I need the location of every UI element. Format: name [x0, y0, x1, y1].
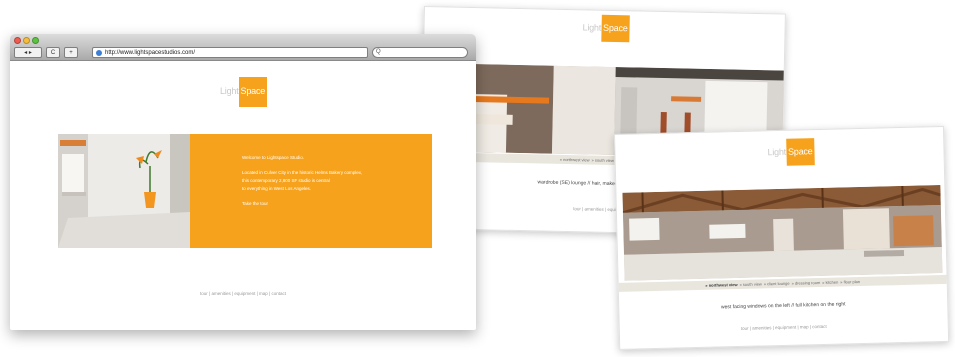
logo-light-text: Light	[220, 86, 239, 96]
tab-client-lounge[interactable]: » client lounge	[764, 281, 790, 287]
address-bar[interactable]: http://www.lightspacestudios.com/	[92, 47, 368, 58]
back-forward-button[interactable]: ◂ ▸	[14, 47, 42, 58]
browser-toolbar: ◂ ▸ C + http://www.lightspacestudios.com…	[10, 34, 476, 61]
site-logo[interactable]: Light Space	[767, 138, 815, 166]
tab-northwest-view[interactable]: » northwest view	[560, 157, 590, 163]
intro-line: Located in Culver City in the historic H…	[242, 170, 363, 175]
interior-vase-photo	[58, 134, 190, 248]
footer-nav[interactable]: tour | amenities | equipment | map | con…	[10, 291, 476, 296]
logo-space-box: Space	[785, 138, 815, 166]
logo-light-text: Light	[767, 146, 787, 158]
tab-south-view[interactable]: » south view	[592, 158, 614, 163]
minimize-window-icon[interactable]	[23, 37, 30, 44]
logo-space-box: Space	[600, 14, 630, 43]
add-bookmark-button[interactable]: +	[64, 47, 78, 58]
tab-kitchen[interactable]: » kitchen	[822, 280, 838, 285]
detail-page-card: Light Space » northwest view » south view…	[614, 125, 950, 350]
tab-northwest-view[interactable]: » northwest view	[705, 282, 737, 288]
tab-dressing-room[interactable]: » dressing room	[792, 280, 821, 286]
site-logo[interactable]: Light Space	[220, 77, 268, 107]
hero-photo	[58, 134, 190, 248]
intro-line: this contemporary 2,800 SF studio is cen…	[242, 178, 330, 183]
footer-nav[interactable]: tour | amenities | equipment | map | con…	[620, 321, 948, 334]
reload-button[interactable]: C	[46, 47, 60, 58]
logo-space-box: Space	[238, 77, 268, 107]
search-field[interactable]: Q	[372, 47, 468, 58]
loft-photo	[622, 185, 943, 281]
intro-panel: Welcome to Lightspace Studio. Located in…	[190, 134, 432, 248]
close-window-icon[interactable]	[14, 37, 21, 44]
site-logo[interactable]: Light Space	[582, 14, 630, 43]
logo-light-text: Light	[582, 22, 602, 33]
address-bar-url: http://www.lightspacestudios.com/	[105, 49, 196, 56]
search-icon: Q	[376, 49, 381, 55]
intro-line: to everything in West Los Angeles.	[242, 186, 311, 191]
tab-south-view[interactable]: » south view	[739, 281, 761, 287]
take-tour-link[interactable]: Take the tour	[242, 200, 382, 208]
tab-floor-plan[interactable]: » floor plan	[840, 279, 860, 284]
browser-window: ◂ ▸ C + http://www.lightspacestudios.com…	[10, 34, 476, 330]
gallery-photo	[622, 185, 943, 281]
zoom-window-icon[interactable]	[32, 37, 39, 44]
welcome-heading: Welcome to Lightspace Studio.	[242, 155, 304, 160]
globe-icon	[96, 49, 102, 56]
gallery-caption: west facing windows on the left // full …	[720, 301, 846, 311]
hero-section: Welcome to Lightspace Studio. Located in…	[58, 134, 432, 248]
